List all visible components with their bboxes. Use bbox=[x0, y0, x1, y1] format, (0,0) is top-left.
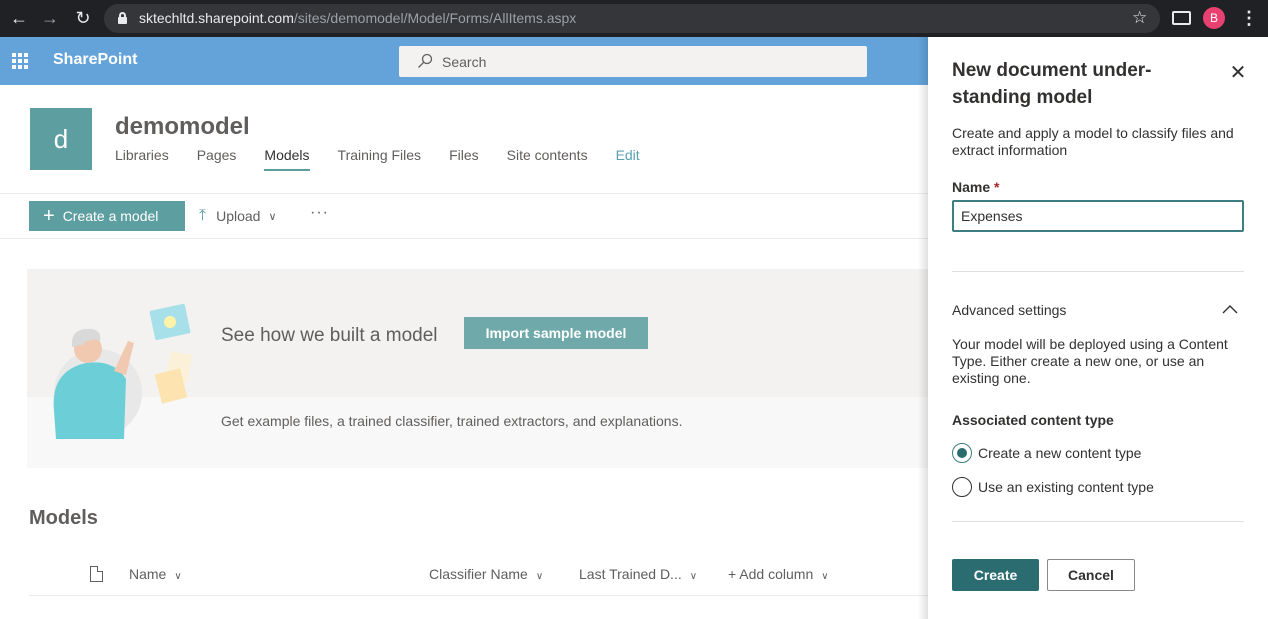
create-model-button[interactable]: + Create a model bbox=[29, 201, 185, 231]
nav-pages[interactable]: Pages bbox=[197, 147, 237, 171]
chevron-down-icon: ∨ bbox=[821, 571, 829, 582]
name-label: Name * bbox=[952, 179, 999, 195]
sample-model-banner: See how we built a model Import sample m… bbox=[27, 269, 928, 468]
cancel-button[interactable]: Cancel bbox=[1047, 559, 1135, 591]
column-label: Last Trained D... bbox=[579, 566, 682, 582]
option-label: Use an existing content type bbox=[978, 479, 1154, 495]
models-heading: Models bbox=[29, 507, 98, 529]
divider bbox=[952, 271, 1244, 272]
radio-button[interactable] bbox=[952, 477, 972, 497]
nav-site-contents[interactable]: Site contents bbox=[507, 147, 588, 171]
panel-shadow bbox=[918, 37, 928, 619]
column-header-last-trained[interactable]: Last Trained D... ∨ bbox=[579, 566, 697, 582]
browser-menu-icon[interactable]: ⋮ bbox=[1240, 7, 1258, 29]
required-marker: * bbox=[994, 179, 1000, 195]
divider bbox=[29, 595, 928, 596]
name-label-text: Name bbox=[952, 179, 991, 195]
advanced-settings-description: Your model will be deployed using a Cont… bbox=[952, 336, 1228, 386]
plus-icon: + bbox=[43, 205, 55, 227]
person-illustration bbox=[53, 303, 193, 439]
nav-edit-link[interactable]: Edit bbox=[616, 147, 640, 171]
search-box[interactable]: Search bbox=[399, 46, 867, 77]
site-title[interactable]: demomodel bbox=[115, 113, 250, 141]
upload-arrow-icon: ⤒ bbox=[199, 207, 207, 224]
bookmark-star-icon[interactable]: ☆ bbox=[1132, 8, 1147, 28]
name-input[interactable] bbox=[952, 200, 1244, 232]
column-label: Name bbox=[129, 566, 167, 582]
search-placeholder: Search bbox=[442, 54, 487, 70]
divider bbox=[0, 193, 928, 194]
nav-models[interactable]: Models bbox=[264, 147, 310, 171]
new-model-panel: New document under-standing model ✕ Crea… bbox=[928, 37, 1268, 619]
back-icon[interactable]: ← bbox=[9, 8, 29, 28]
advanced-settings-label[interactable]: Advanced settings bbox=[952, 302, 1066, 318]
more-actions-icon[interactable]: ··· bbox=[310, 204, 329, 222]
option-create-new-content-type[interactable]: Create a new content type bbox=[952, 443, 1141, 463]
column-header-classifier-name[interactable]: Classifier Name ∨ bbox=[429, 566, 543, 582]
banner-title: See how we built a model bbox=[221, 325, 438, 346]
chevron-up-icon[interactable] bbox=[1220, 299, 1240, 319]
site-logo[interactable]: d bbox=[30, 108, 92, 170]
chevron-down-icon: ∨ bbox=[689, 571, 698, 582]
site-navigation: Libraries Pages Models Training Files Fi… bbox=[115, 147, 668, 171]
url-path: /sites/demomodel/Model/Forms/AllItems.as… bbox=[293, 10, 577, 26]
browser-toolbar: ← → ↻ sktechltd.sharepoint.com/sites/dem… bbox=[0, 0, 1268, 37]
banner-description: Get example files, a trained classifier,… bbox=[221, 413, 683, 429]
column-header-name[interactable]: Name ∨ bbox=[129, 566, 182, 582]
lock-icon bbox=[118, 12, 127, 24]
search-icon bbox=[418, 53, 433, 68]
chevron-down-icon: ∨ bbox=[535, 571, 544, 582]
associated-content-type-label: Associated content type bbox=[952, 412, 1114, 428]
cast-icon[interactable] bbox=[1172, 11, 1191, 25]
divider bbox=[0, 238, 928, 239]
address-bar[interactable]: sktechltd.sharepoint.com/sites/demomodel… bbox=[104, 4, 1160, 33]
divider bbox=[952, 521, 1244, 522]
column-label: Classifier Name bbox=[429, 566, 528, 582]
option-use-existing-content-type[interactable]: Use an existing content type bbox=[952, 477, 1154, 497]
import-sample-model-button[interactable]: Import sample model bbox=[464, 317, 648, 349]
nav-files[interactable]: Files bbox=[449, 147, 479, 171]
column-label: + Add column bbox=[728, 566, 814, 582]
create-button[interactable]: Create bbox=[952, 559, 1039, 591]
app-launcher-icon[interactable] bbox=[12, 53, 28, 69]
nav-libraries[interactable]: Libraries bbox=[115, 147, 169, 171]
chevron-down-icon: ∨ bbox=[268, 210, 277, 223]
close-icon[interactable]: ✕ bbox=[1228, 63, 1248, 83]
reload-icon[interactable]: ↻ bbox=[73, 8, 93, 28]
upload-button[interactable]: ⤒ Upload ∨ bbox=[199, 207, 277, 225]
add-column-button[interactable]: + Add column ∨ bbox=[728, 566, 829, 582]
panel-description: Create and apply a model to classify fil… bbox=[952, 125, 1234, 158]
url-text[interactable]: sktechltd.sharepoint.com/sites/demomodel… bbox=[139, 10, 576, 26]
brand-name[interactable]: SharePoint bbox=[53, 51, 137, 69]
option-label: Create a new content type bbox=[978, 445, 1142, 461]
file-type-icon[interactable] bbox=[90, 566, 103, 582]
url-host: sktechltd.sharepoint.com bbox=[139, 10, 294, 26]
create-model-label: Create a model bbox=[62, 208, 159, 224]
forward-icon[interactable]: → bbox=[40, 8, 60, 28]
upload-label: Upload bbox=[216, 208, 261, 224]
chevron-down-icon: ∨ bbox=[174, 571, 182, 582]
nav-training-files[interactable]: Training Files bbox=[338, 147, 422, 171]
panel-title: New document under-standing model bbox=[952, 60, 1152, 108]
radio-button[interactable] bbox=[952, 443, 972, 463]
profile-avatar[interactable]: B bbox=[1203, 7, 1225, 29]
